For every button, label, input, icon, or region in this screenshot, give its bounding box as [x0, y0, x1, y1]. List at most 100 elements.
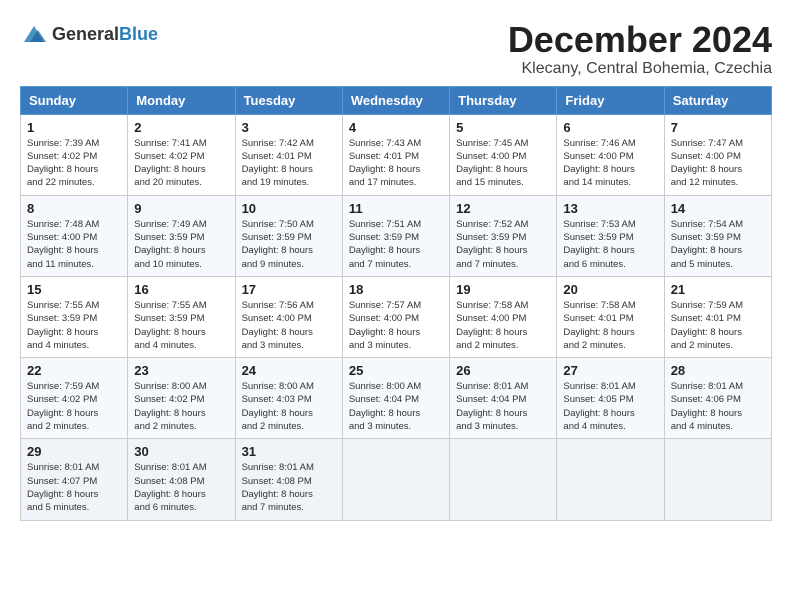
day-info: Sunrise: 7:59 AM Sunset: 4:01 PM Dayligh…	[671, 299, 765, 352]
day-info: Sunrise: 8:00 AM Sunset: 4:03 PM Dayligh…	[242, 380, 336, 433]
day-number: 1	[27, 120, 121, 135]
calendar-day-cell: 6Sunrise: 7:46 AM Sunset: 4:00 PM Daylig…	[557, 114, 664, 195]
calendar-week-row: 1 Sunrise: 7:39 AM Sunset: 4:02 PM Daylig…	[21, 114, 772, 195]
weekday-header-row: SundayMondayTuesdayWednesdayThursdayFrid…	[21, 86, 772, 114]
day-number: 23	[134, 363, 228, 378]
location-subtitle: Klecany, Central Bohemia, Czechia	[508, 60, 772, 78]
day-number: 28	[671, 363, 765, 378]
day-number: 4	[349, 120, 443, 135]
day-info: Sunrise: 7:59 AM Sunset: 4:02 PM Dayligh…	[27, 380, 121, 433]
day-info: Sunrise: 7:52 AM Sunset: 3:59 PM Dayligh…	[456, 218, 550, 271]
logo-blue: Blue	[119, 24, 158, 44]
calendar-day-cell: 27 Sunrise: 8:01 AM Sunset: 4:05 PM Dayli…	[557, 358, 664, 439]
day-number: 19	[456, 282, 550, 297]
day-number: 14	[671, 201, 765, 216]
day-info: Sunrise: 8:00 AM Sunset: 4:04 PM Dayligh…	[349, 380, 443, 433]
day-info: Sunrise: 8:00 AM Sunset: 4:02 PM Dayligh…	[134, 380, 228, 433]
calendar-day-cell: 20 Sunrise: 7:58 AM Sunset: 4:01 PM Dayli…	[557, 276, 664, 357]
day-number: 22	[27, 363, 121, 378]
day-number: 7	[671, 120, 765, 135]
day-number: 15	[27, 282, 121, 297]
calendar-day-cell: 14Sunrise: 7:54 AM Sunset: 3:59 PM Dayli…	[664, 195, 771, 276]
day-number: 26	[456, 363, 550, 378]
day-number: 13	[563, 201, 657, 216]
calendar-day-cell: 15Sunrise: 7:55 AM Sunset: 3:59 PM Dayli…	[21, 276, 128, 357]
calendar-day-cell: 16Sunrise: 7:55 AM Sunset: 3:59 PM Dayli…	[128, 276, 235, 357]
calendar-day-cell: 24 Sunrise: 8:00 AM Sunset: 4:03 PM Dayli…	[235, 358, 342, 439]
weekday-sunday: Sunday	[21, 86, 128, 114]
weekday-thursday: Thursday	[450, 86, 557, 114]
day-info: Sunrise: 7:51 AM Sunset: 3:59 PM Dayligh…	[349, 218, 443, 271]
calendar-week-row: 8 Sunrise: 7:48 AM Sunset: 4:00 PM Daylig…	[21, 195, 772, 276]
calendar-day-cell: 22 Sunrise: 7:59 AM Sunset: 4:02 PM Dayli…	[21, 358, 128, 439]
calendar-day-cell: 11 Sunrise: 7:51 AM Sunset: 3:59 PM Dayli…	[342, 195, 449, 276]
day-info: Sunrise: 7:58 AM Sunset: 4:01 PM Dayligh…	[563, 299, 657, 352]
day-number: 31	[242, 444, 336, 459]
calendar-day-cell: 25 Sunrise: 8:00 AM Sunset: 4:04 PM Dayli…	[342, 358, 449, 439]
calendar-day-cell: 8 Sunrise: 7:48 AM Sunset: 4:00 PM Daylig…	[21, 195, 128, 276]
day-info: Sunrise: 7:42 AM Sunset: 4:01 PM Dayligh…	[242, 137, 336, 190]
day-info: Sunrise: 8:01 AM Sunset: 4:06 PM Dayligh…	[671, 380, 765, 433]
calendar-day-cell: 13 Sunrise: 7:53 AM Sunset: 3:59 PM Dayli…	[557, 195, 664, 276]
day-info: Sunrise: 7:41 AM Sunset: 4:02 PM Dayligh…	[134, 137, 228, 190]
day-info: Sunrise: 7:56 AM Sunset: 4:00 PM Dayligh…	[242, 299, 336, 352]
calendar-day-cell: 30 Sunrise: 8:01 AM Sunset: 4:08 PM Dayli…	[128, 439, 235, 520]
day-number: 25	[349, 363, 443, 378]
day-info: Sunrise: 7:39 AM Sunset: 4:02 PM Dayligh…	[27, 137, 121, 190]
day-number: 8	[27, 201, 121, 216]
logo-icon	[20, 20, 48, 48]
calendar-day-cell: 29Sunrise: 8:01 AM Sunset: 4:07 PM Dayli…	[21, 439, 128, 520]
day-number: 6	[563, 120, 657, 135]
weekday-tuesday: Tuesday	[235, 86, 342, 114]
weekday-saturday: Saturday	[664, 86, 771, 114]
calendar-day-cell: 7 Sunrise: 7:47 AM Sunset: 4:00 PM Daylig…	[664, 114, 771, 195]
calendar-day-cell: 26 Sunrise: 8:01 AM Sunset: 4:04 PM Dayli…	[450, 358, 557, 439]
calendar-day-cell: 21 Sunrise: 7:59 AM Sunset: 4:01 PM Dayli…	[664, 276, 771, 357]
calendar-week-row: 29Sunrise: 8:01 AM Sunset: 4:07 PM Dayli…	[21, 439, 772, 520]
calendar-day-cell: 2 Sunrise: 7:41 AM Sunset: 4:02 PM Daylig…	[128, 114, 235, 195]
title-block: December 2024 Klecany, Central Bohemia, …	[508, 20, 772, 78]
day-info: Sunrise: 7:58 AM Sunset: 4:00 PM Dayligh…	[456, 299, 550, 352]
calendar-day-cell: 12Sunrise: 7:52 AM Sunset: 3:59 PM Dayli…	[450, 195, 557, 276]
day-info: Sunrise: 7:45 AM Sunset: 4:00 PM Dayligh…	[456, 137, 550, 190]
day-info: Sunrise: 7:48 AM Sunset: 4:00 PM Dayligh…	[27, 218, 121, 271]
day-number: 24	[242, 363, 336, 378]
day-number: 27	[563, 363, 657, 378]
day-info: Sunrise: 8:01 AM Sunset: 4:05 PM Dayligh…	[563, 380, 657, 433]
day-info: Sunrise: 8:01 AM Sunset: 4:04 PM Dayligh…	[456, 380, 550, 433]
day-number: 18	[349, 282, 443, 297]
day-info: Sunrise: 7:47 AM Sunset: 4:00 PM Dayligh…	[671, 137, 765, 190]
day-info: Sunrise: 7:53 AM Sunset: 3:59 PM Dayligh…	[563, 218, 657, 271]
weekday-wednesday: Wednesday	[342, 86, 449, 114]
day-number: 21	[671, 282, 765, 297]
calendar-day-cell: 19 Sunrise: 7:58 AM Sunset: 4:00 PM Dayli…	[450, 276, 557, 357]
calendar-day-cell	[342, 439, 449, 520]
calendar-day-cell: 31Sunrise: 8:01 AM Sunset: 4:08 PM Dayli…	[235, 439, 342, 520]
calendar-day-cell: 23 Sunrise: 8:00 AM Sunset: 4:02 PM Dayli…	[128, 358, 235, 439]
calendar-day-cell: 1 Sunrise: 7:39 AM Sunset: 4:02 PM Daylig…	[21, 114, 128, 195]
calendar-body: 1 Sunrise: 7:39 AM Sunset: 4:02 PM Daylig…	[21, 114, 772, 520]
day-number: 30	[134, 444, 228, 459]
calendar-table: SundayMondayTuesdayWednesdayThursdayFrid…	[20, 86, 772, 521]
weekday-friday: Friday	[557, 86, 664, 114]
calendar-week-row: 22 Sunrise: 7:59 AM Sunset: 4:02 PM Dayli…	[21, 358, 772, 439]
page-header: GeneralBlue December 2024 Klecany, Centr…	[20, 20, 772, 78]
calendar-day-cell	[557, 439, 664, 520]
logo-general: General	[52, 24, 119, 44]
calendar-week-row: 15Sunrise: 7:55 AM Sunset: 3:59 PM Dayli…	[21, 276, 772, 357]
day-number: 17	[242, 282, 336, 297]
day-info: Sunrise: 8:01 AM Sunset: 4:07 PM Dayligh…	[27, 461, 121, 514]
logo: GeneralBlue	[20, 20, 158, 48]
day-number: 11	[349, 201, 443, 216]
day-number: 20	[563, 282, 657, 297]
day-info: Sunrise: 7:50 AM Sunset: 3:59 PM Dayligh…	[242, 218, 336, 271]
month-title: December 2024	[508, 20, 772, 60]
calendar-day-cell: 18Sunrise: 7:57 AM Sunset: 4:00 PM Dayli…	[342, 276, 449, 357]
day-number: 2	[134, 120, 228, 135]
calendar-day-cell	[450, 439, 557, 520]
day-number: 16	[134, 282, 228, 297]
day-number: 10	[242, 201, 336, 216]
calendar-day-cell: 5Sunrise: 7:45 AM Sunset: 4:00 PM Daylig…	[450, 114, 557, 195]
calendar-day-cell: 10 Sunrise: 7:50 AM Sunset: 3:59 PM Dayli…	[235, 195, 342, 276]
day-info: Sunrise: 8:01 AM Sunset: 4:08 PM Dayligh…	[134, 461, 228, 514]
